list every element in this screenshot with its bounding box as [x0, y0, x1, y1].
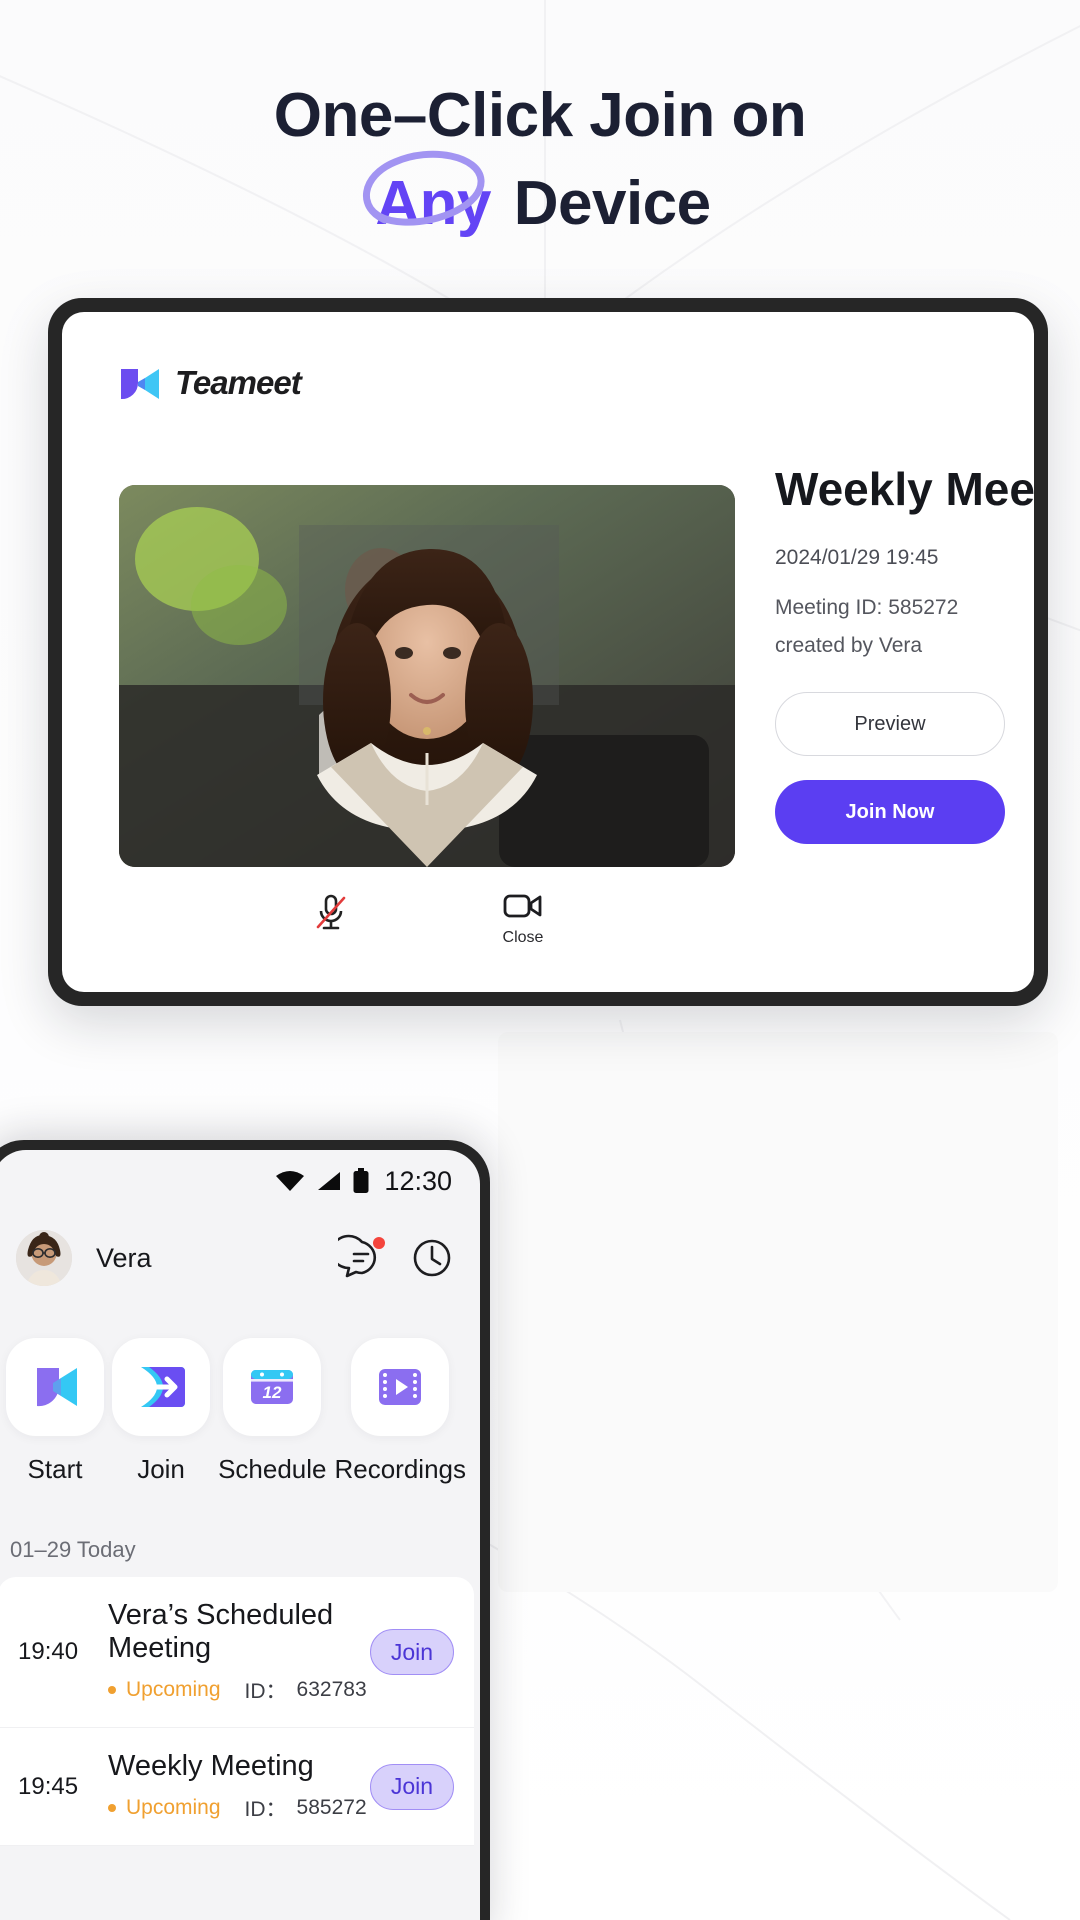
quick-action-join-label: Join: [137, 1454, 185, 1484]
panel-join-button[interactable]: Join Now: [775, 780, 1005, 844]
microphone-muted-icon: [316, 894, 346, 930]
meeting-join-button[interactable]: Join: [370, 1629, 454, 1675]
tablet-call-controls: Close: [119, 892, 735, 947]
background-panel-card: [498, 1032, 1058, 1592]
meeting-id-value: 632783: [296, 1678, 367, 1701]
meeting-list-item[interactable]: 19:40 Vera’s Scheduled Meeting Upcoming …: [0, 1577, 474, 1728]
join-meeting-icon: [141, 1367, 186, 1407]
status-dot-icon: [108, 1686, 116, 1694]
quick-action-schedule-label: Schedule: [218, 1454, 327, 1484]
meeting-id-value: 585272: [296, 1796, 367, 1819]
meeting-body: Vera’s Scheduled Meeting Upcoming ID： 63…: [94, 1599, 370, 1705]
panel-preview-button[interactable]: Preview: [775, 692, 1005, 756]
panel-creator: created by Vera: [775, 634, 923, 657]
panel-date: 2024/01/29 19:45: [775, 546, 939, 569]
start-meeting-icon: [37, 1368, 78, 1407]
participant-video-tile: [119, 485, 735, 867]
headline-highlight-wrap: Any: [363, 150, 497, 248]
phone-profile-row: Vera: [0, 1212, 480, 1304]
tablet-brand-logo: Teameet: [119, 364, 302, 402]
profile-name: Vera: [96, 1242, 152, 1273]
status-bar-time: 12:30: [384, 1165, 452, 1196]
meeting-body: Weekly Meeting Upcoming ID： 585272: [94, 1750, 370, 1823]
camera-control-label: Close: [502, 929, 544, 946]
battery-icon: [353, 1168, 369, 1193]
meeting-time: 19:45: [18, 1772, 79, 1800]
meeting-list-date-header: 01–29 Today: [10, 1537, 136, 1562]
tablet-device-mockup: Teameet Close Weekly Mee 2024/01/29 19:4…: [48, 298, 1048, 1006]
start-meeting-tile: [6, 1338, 105, 1436]
clock-history-icon[interactable]: [408, 1234, 456, 1282]
meeting-id-label: ID：: [244, 1680, 287, 1703]
quick-action-recordings[interactable]: Recordings: [334, 1338, 466, 1485]
cell-signal-icon: [318, 1172, 341, 1190]
status-dot-icon: [108, 1804, 116, 1812]
page-root: One–Click Join on Any Device Teameet Clo…: [0, 0, 1080, 1920]
headline-line-2: Any Device: [0, 150, 1080, 248]
meeting-meta: Upcoming ID： 585272: [108, 1793, 370, 1823]
page-headline: One–Click Join on Any Device: [0, 0, 1080, 300]
schedule-tile: 12: [223, 1338, 322, 1436]
meeting-join-button[interactable]: Join: [370, 1763, 454, 1810]
meeting-title: Weekly Meeting: [108, 1750, 314, 1782]
mic-control[interactable]: [291, 892, 371, 941]
quick-action-recordings-label: Recordings: [334, 1454, 466, 1484]
wifi-icon: [276, 1171, 305, 1191]
headline-highlight-word: Any: [375, 169, 491, 239]
tablet-meeting-panel: Weekly Meeting 2024/01/29 19:45 Meeting …: [775, 462, 1034, 844]
headline-line-1: One–Click Join on: [273, 81, 807, 150]
panel-meeting-id: Meeting ID: 585272: [775, 596, 959, 619]
schedule-calendar-icon: 12: [251, 1370, 294, 1404]
phone-device-mockup: 12:30 Vera Start Join 12 Schedule Record…: [0, 1140, 490, 1920]
meeting-time: 19:40: [18, 1638, 79, 1665]
join-meeting-tile: [112, 1338, 211, 1436]
quick-action-schedule[interactable]: 12 Schedule: [218, 1338, 326, 1485]
meeting-status: Upcoming: [126, 1796, 221, 1819]
quick-action-join[interactable]: Join: [112, 1338, 211, 1485]
chat-bubble-icon[interactable]: [330, 1234, 386, 1282]
phone-quick-actions: Start Join 12 Schedule Recordings: [0, 1304, 480, 1485]
camera-icon: [503, 894, 542, 918]
user-avatar[interactable]: [16, 1230, 72, 1286]
teameet-logo-icon: [119, 365, 161, 401]
meeting-id-label: ID：: [244, 1798, 287, 1821]
recordings-tile: [351, 1338, 450, 1436]
recordings-film-icon: [379, 1369, 422, 1405]
meeting-list: 19:40 Vera’s Scheduled Meeting Upcoming …: [0, 1577, 474, 1846]
meeting-title: Vera’s Scheduled Meeting: [108, 1599, 334, 1664]
meeting-list-item[interactable]: 19:45 Weekly Meeting Upcoming ID： 585272…: [0, 1728, 474, 1846]
calendar-day-number: 12: [263, 1383, 282, 1402]
quick-action-start[interactable]: Start: [6, 1338, 105, 1485]
tablet-screen: Teameet Close Weekly Mee 2024/01/29 19:4…: [62, 312, 1034, 992]
teameet-logo-text: Teameet: [175, 364, 302, 401]
meeting-status: Upcoming: [126, 1678, 221, 1701]
headline-line-2-rest: Device: [496, 169, 711, 239]
quick-action-start-label: Start: [27, 1454, 83, 1484]
phone-screen: 12:30 Vera Start Join 12 Schedule Record…: [0, 1150, 480, 1920]
meeting-meta: Upcoming ID： 632783: [108, 1675, 370, 1705]
panel-title: Weekly Meeting: [775, 463, 1034, 515]
camera-control[interactable]: Close: [483, 892, 563, 947]
phone-status-bar: 12:30: [0, 1150, 480, 1212]
